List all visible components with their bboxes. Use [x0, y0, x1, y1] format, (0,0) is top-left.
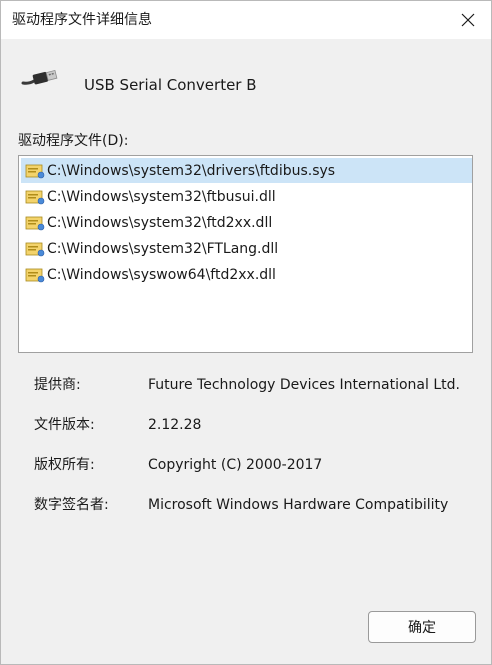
file-path: C:\Windows\system32\ftd2xx.dll: [47, 214, 273, 231]
system-file-icon: [25, 164, 45, 178]
file-list-item[interactable]: C:\Windows\system32\drivers\ftdibus.sys: [21, 158, 472, 183]
file-path: C:\Windows\system32\ftbusui.dll: [47, 188, 276, 205]
file-path: C:\Windows\system32\FTLang.dll: [47, 240, 279, 257]
file-list-item[interactable]: C:\Windows\system32\ftd2xx.dll: [21, 210, 472, 235]
system-file-icon: [25, 268, 45, 282]
title-bar: 驱动程序文件详细信息: [1, 1, 491, 39]
usb-plug-icon: [21, 69, 58, 85]
file-version-value: 2.12.28: [148, 417, 202, 433]
copyright-value: Copyright (C) 2000-2017: [148, 457, 323, 473]
device-name: USB Serial Converter B: [84, 76, 257, 94]
file-version-label: 文件版本:: [34, 417, 95, 433]
close-button[interactable]: [445, 1, 491, 39]
digital-signer-value: Microsoft Windows Hardware Compatibility: [148, 497, 449, 513]
file-path: C:\Windows\syswow64\ftd2xx.dll: [47, 266, 276, 283]
system-file-icon: [25, 190, 45, 204]
ok-button[interactable]: 确定: [368, 611, 476, 643]
copyright-label: 版权所有:: [34, 457, 95, 473]
file-list-item[interactable]: C:\Windows\system32\FTLang.dll: [21, 236, 472, 261]
file-list-item[interactable]: C:\Windows\syswow64\ftd2xx.dll: [21, 262, 472, 287]
system-file-icon: [25, 242, 45, 256]
provider-value: Future Technology Devices International …: [148, 377, 460, 393]
driver-files-label: 驱动程序文件(D):: [18, 133, 129, 149]
driver-file-details-dialog: 驱动程序文件详细信息 USB Serial Converter B 驱动程序文件…: [0, 0, 492, 665]
provider-label: 提供商:: [34, 377, 81, 393]
file-list-item[interactable]: C:\Windows\system32\ftbusui.dll: [21, 184, 472, 209]
system-file-icon: [25, 216, 45, 230]
digital-signer-label: 数字签名者:: [34, 497, 109, 513]
window-title: 驱动程序文件详细信息: [12, 12, 152, 28]
close-icon: [461, 13, 475, 27]
file-path: C:\Windows\system32\drivers\ftdibus.sys: [47, 162, 336, 179]
driver-file-list[interactable]: C:\Windows\system32\drivers\ftdibus.sys …: [18, 155, 473, 353]
